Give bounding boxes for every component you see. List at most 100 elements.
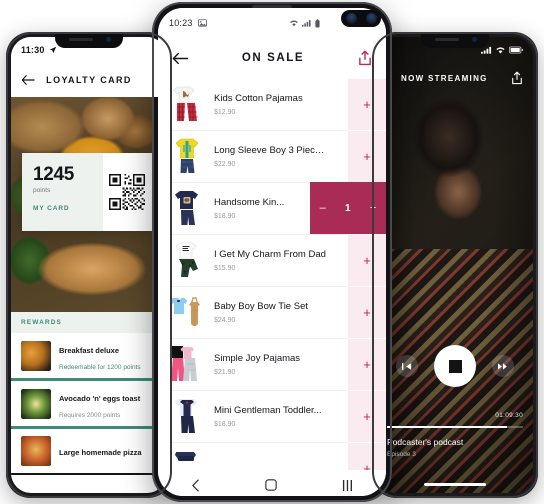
front-camera-left — [345, 13, 357, 24]
back-arrow-icon[interactable] — [172, 52, 188, 65]
streaming-phone: NOW STREAMING 01:09:30 Podcaster's podca… — [372, 32, 538, 498]
rewards-section-label: REWARDS — [11, 312, 167, 333]
table-row[interactable]: Long Sleeve Boy 3 Piece... $22.90 + — [158, 130, 386, 182]
status-time: 10:23 — [169, 18, 193, 28]
product-price: $18.90 — [214, 420, 236, 428]
podcast-title: Podcaster's podcast — [387, 437, 464, 447]
qr-code-icon[interactable] — [109, 174, 146, 210]
table-row[interactable]: Handsome Kin... $18.90 – 1 + — [158, 182, 386, 234]
plus-icon: + — [363, 460, 371, 471]
loyalty-header: LOYALTY CARD — [11, 63, 167, 97]
product-price: $12.90 — [214, 108, 236, 116]
decrement-button[interactable]: – — [320, 202, 326, 214]
table-row[interactable]: I Get My Charm From Dad $15.90 + — [158, 234, 386, 286]
onsale-header: ON SALE — [158, 38, 386, 78]
reward-text: Large homemade pizza — [59, 442, 142, 460]
share-icon[interactable] — [358, 50, 372, 66]
seek-bar[interactable] — [387, 426, 523, 428]
my-card-link[interactable]: MY CARD — [33, 205, 103, 212]
podcast-meta: Podcaster's podcast Episode 3 — [387, 437, 463, 458]
plus-icon: + — [363, 252, 371, 268]
product-info: Long Sleeve Boy 3 Piece... $22.90 — [204, 145, 326, 168]
product-info: I Get My Charm From Dad $15.90 — [204, 249, 326, 272]
product-name: Long Sleeve Boy 3 Piece... — [214, 144, 326, 156]
product-thumbnail — [170, 136, 204, 176]
player-controls — [377, 337, 533, 395]
location-arrow-icon — [49, 46, 57, 54]
three-phone-showcase: 11:30 LOYALTY CARD 1245 points MY CARD R… — [0, 0, 544, 504]
back-arrow-icon[interactable] — [21, 74, 35, 86]
product-thumbnail — [170, 344, 204, 384]
add-to-cart-button[interactable]: + — [348, 234, 386, 286]
product-thumbnail — [170, 84, 204, 124]
product-price: $24.90 — [214, 316, 236, 324]
product-list[interactable]: Kids Cotton Pajamas $12.90 + Long Sleeve… — [158, 78, 386, 470]
streaming-screen: NOW STREAMING 01:09:30 Podcaster's podca… — [377, 37, 533, 493]
android-home-icon[interactable] — [265, 479, 277, 491]
increment-button[interactable]: + — [370, 202, 376, 214]
signal-icon — [302, 19, 311, 27]
quantity-stepper[interactable]: – 1 + — [310, 182, 386, 234]
add-to-cart-button[interactable]: + — [348, 390, 386, 442]
reward-status: Redeemable for 1200 points — [59, 364, 141, 371]
reward-thumbnail — [21, 340, 51, 371]
loyalty-screen: 11:30 LOYALTY CARD 1245 points MY CARD R… — [11, 37, 167, 493]
product-name: Baby Boy Bow Tie Set — [214, 300, 308, 312]
product-thumbnail — [170, 448, 204, 470]
home-indicator[interactable] — [424, 483, 486, 486]
onsale-screen: 10:23 ON SALE Kids Cotton Pajamas $12.90… — [158, 8, 386, 496]
plus-icon: + — [363, 408, 371, 424]
streaming-header: NOW STREAMING — [377, 63, 533, 93]
seek-progress — [387, 426, 507, 428]
list-item[interactable]: Breakfast deluxe Redeemable for 1200 poi… — [11, 333, 167, 381]
stop-square — [448, 359, 462, 373]
add-to-cart-button[interactable]: + — [348, 130, 386, 182]
wifi-icon — [495, 46, 506, 54]
share-icon[interactable] — [511, 71, 523, 85]
product-name: Handsome Kin... — [214, 196, 285, 208]
reward-text: Breakfast deluxe Redeemable for 1200 poi… — [59, 340, 141, 371]
wifi-icon — [289, 19, 299, 27]
stop-icon[interactable] — [434, 345, 476, 387]
video-vignette — [377, 37, 533, 493]
battery-icon — [509, 46, 524, 54]
front-camera — [106, 37, 111, 42]
earpiece-speaker — [252, 5, 292, 8]
add-to-cart-button[interactable]: + — [348, 286, 386, 338]
product-price: $15.90 — [214, 264, 236, 272]
earpiece-speaker — [435, 38, 459, 41]
timecode: 01:09:30 — [495, 412, 523, 419]
page-title: ON SALE — [241, 52, 305, 64]
product-info: Handsome Kin... $18.90 — [204, 197, 284, 220]
table-row[interactable]: + — [158, 442, 386, 470]
product-thumbnail — [170, 240, 204, 280]
android-recents-icon[interactable] — [342, 479, 353, 492]
iphone-notch — [421, 32, 489, 48]
loyalty-phone: 11:30 LOYALTY CARD 1245 points MY CARD R… — [6, 32, 172, 498]
product-price: $22.90 — [214, 160, 236, 168]
earpiece-speaker — [69, 38, 93, 41]
reward-status: Requires 2000 points — [59, 412, 121, 419]
rewards-panel: REWARDS Breakfast deluxe Redeemable for … — [11, 312, 167, 475]
reward-thumbnail — [21, 388, 51, 419]
previous-track-icon[interactable] — [396, 355, 418, 377]
next-track-icon[interactable] — [492, 355, 514, 377]
list-item[interactable]: Large homemade pizza — [11, 429, 167, 475]
plus-icon: + — [363, 148, 371, 164]
add-to-cart-button[interactable]: + — [348, 442, 386, 470]
image-icon — [197, 19, 207, 27]
android-back-icon[interactable] — [191, 479, 200, 492]
table-row[interactable]: Simple Joy Pajamas $21.90 + — [158, 338, 386, 390]
onsale-phone: 10:23 ON SALE Kids Cotton Pajamas $12.90… — [152, 2, 392, 502]
reward-name: Avocado 'n' eggs toast — [59, 394, 141, 403]
reward-name: Breakfast deluxe — [59, 346, 120, 355]
product-thumbnail — [170, 292, 204, 332]
loyalty-card-widget[interactable]: 1245 points MY CARD — [22, 153, 152, 231]
list-item[interactable]: Avocado 'n' eggs toast Requires 2000 poi… — [11, 381, 167, 429]
quantity-value: 1 — [345, 202, 351, 214]
page-title: LOYALTY CARD — [46, 75, 132, 85]
table-row[interactable]: Mini Gentleman Toddler... $18.90 + — [158, 390, 386, 442]
table-row[interactable]: Kids Cotton Pajamas $12.90 + — [158, 78, 386, 130]
product-name: Mini Gentleman Toddler... — [214, 404, 322, 416]
table-row[interactable]: Baby Boy Bow Tie Set $24.90 + — [158, 286, 386, 338]
